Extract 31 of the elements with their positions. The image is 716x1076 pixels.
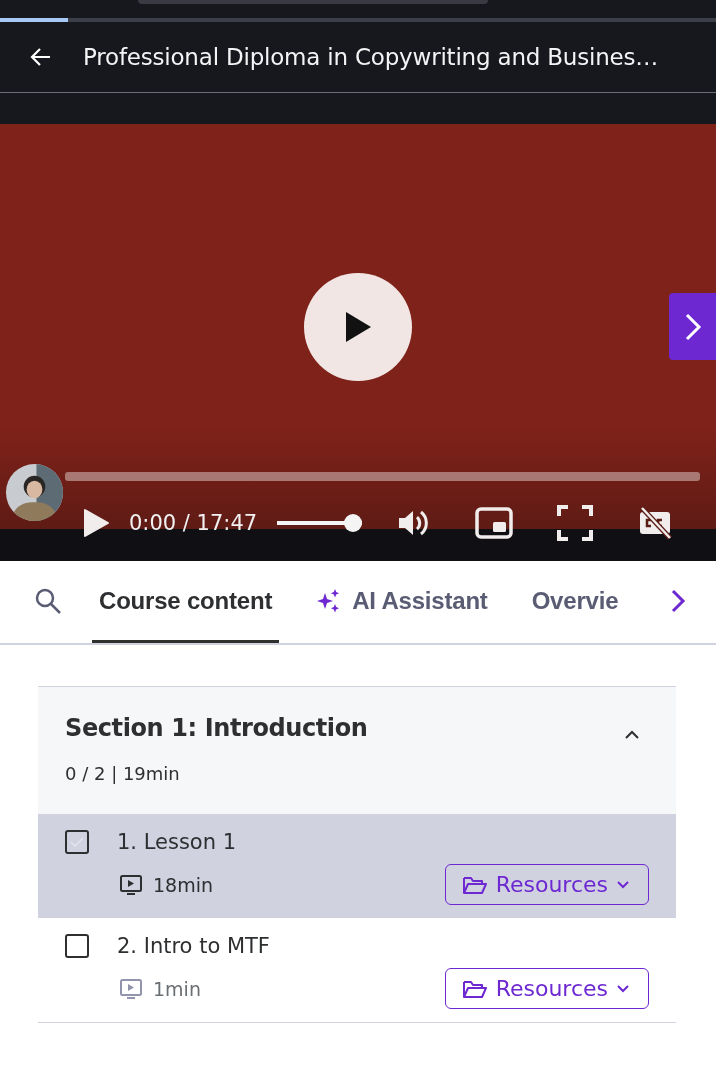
play-icon[interactable] (82, 508, 110, 538)
lesson-title: 2. Intro to MTF (117, 934, 270, 958)
section-header[interactable]: Section 1: Introduction 0 / 2 | 19min (38, 687, 676, 814)
chevron-down-icon (616, 879, 630, 890)
chevron-down-icon (616, 983, 630, 994)
fullscreen-icon[interactable] (557, 505, 594, 541)
resources-button[interactable]: Resources (444, 864, 649, 905)
course-title: Professional Diploma in Copywriting and Busines… (83, 44, 659, 70)
picture-in-picture-icon[interactable] (475, 507, 514, 539)
section-summary: 0 / 2 | 19min (65, 763, 181, 784)
tab[interactable]: AI Assistant (309, 561, 495, 643)
video-icon (119, 873, 143, 896)
lesson-duration: 1min (153, 977, 201, 1000)
resources-button[interactable]: Resources (444, 968, 649, 1009)
lesson-row[interactable]: 1. Lesson 1 18min Resources (38, 814, 676, 918)
lesson-duration: 18min (153, 873, 213, 896)
tab[interactable]: Overvie (524, 561, 626, 643)
lesson-title: 1. Lesson 1 (117, 830, 237, 854)
section-title: Section 1: Introduction (65, 714, 369, 742)
next-lesson-button[interactable] (669, 293, 716, 360)
lesson-row[interactable]: 2. Intro to MTF 1min Resources (38, 918, 676, 1022)
play-icon (343, 309, 373, 344)
search-icon[interactable] (33, 586, 63, 616)
captions-off-icon[interactable] (638, 506, 673, 540)
chevron-up-icon[interactable] (624, 730, 640, 740)
time-display: 0:00 / 17:47 (129, 511, 258, 535)
chevron-right-icon[interactable] (670, 588, 686, 614)
checkbox[interactable] (65, 934, 89, 958)
checkbox[interactable] (65, 830, 89, 854)
tab[interactable]: Course content (92, 561, 280, 643)
video-icon (119, 977, 143, 1000)
